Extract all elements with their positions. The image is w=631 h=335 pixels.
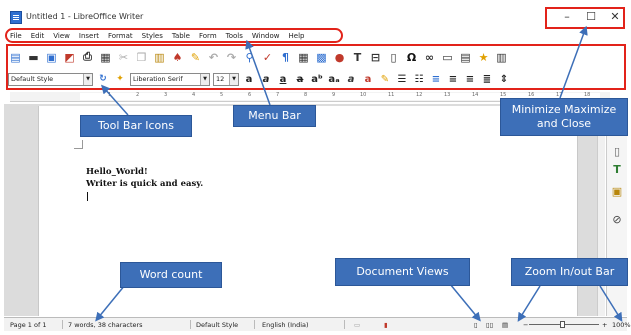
ruler-tick-label: 3 [164, 92, 168, 98]
toolbar-highlight [6, 44, 626, 90]
ruler-tick-label: 4 [192, 92, 196, 98]
callout-label: Word count [139, 268, 203, 282]
ruler-tick-label: 5 [220, 92, 224, 98]
ruler-tick-label: 8 [304, 92, 308, 98]
title-bar: Untitled 1 - LibreOffice Writer – ☐ ✕ [4, 6, 627, 28]
document-line-2[interactable]: Writer is quick and easy. [86, 179, 203, 189]
menu-bar-callout: Menu Bar [233, 105, 316, 127]
navigator-icon[interactable]: ⊘ [610, 212, 624, 226]
status-bar: Page 1 of 1 7 words, 38 characters Defau… [4, 317, 631, 331]
status-separator [254, 320, 255, 329]
page-style-status[interactable]: Default Style [196, 321, 238, 329]
language-status[interactable]: English (India) [262, 321, 309, 329]
ruler-tick-label: 14 [472, 92, 479, 98]
window-title: Untitled 1 - LibreOffice Writer [26, 12, 144, 21]
page-indicator[interactable]: Page 1 of 1 [10, 321, 46, 329]
zoom-out-icon[interactable]: − [523, 321, 528, 329]
toolbar-icons-callout: Tool Bar Icons [80, 115, 192, 137]
gallery-icon[interactable]: ▣ [610, 184, 624, 198]
zoom-in-icon[interactable]: + [602, 321, 607, 329]
ruler-tick-label: 9 [332, 92, 336, 98]
ruler-tick-label: 11 [388, 92, 395, 98]
window-controls-callout: Minimize Maximize and Close [500, 98, 628, 136]
styles-icon[interactable]: T [610, 162, 624, 176]
ruler-tick-label: 1 [108, 92, 112, 98]
zoom-bar-callout: Zoom In/out Bar [511, 258, 628, 286]
document-page[interactable] [38, 106, 578, 316]
callout-label-line-1: Minimize Maximize [511, 103, 617, 117]
writer-app-icon [10, 11, 22, 24]
document-line-1[interactable]: Hello_World! [86, 167, 148, 177]
ruler-tick-label: 10 [360, 92, 367, 98]
book-view-icon[interactable]: ▤ [502, 321, 508, 329]
ruler-tick-label: 6 [248, 92, 252, 98]
status-separator [62, 320, 63, 329]
ruler-tick-label: 12 [416, 92, 423, 98]
status-separator [344, 320, 345, 329]
menu-bar-highlight [5, 28, 343, 43]
callout-label: Tool Bar Icons [98, 119, 174, 133]
properties-icon[interactable]: ▯ [610, 144, 624, 158]
selection-mode-icon[interactable]: ▮ [384, 321, 388, 329]
ruler-tick-label: 7 [276, 92, 280, 98]
callout-label: Menu Bar [248, 109, 301, 123]
zoom-slider-knob[interactable] [560, 321, 565, 328]
zoom-level[interactable]: 100% [612, 321, 631, 329]
status-separator [190, 320, 191, 329]
ruler-tick-label: 13 [444, 92, 451, 98]
callout-label-line-2: and Close [536, 117, 592, 130]
callout-label: Zoom In/out Bar [524, 265, 615, 279]
insert-mode-icon[interactable]: ▭ [354, 321, 360, 329]
multi-page-view-icon[interactable]: ▯▯ [486, 321, 493, 329]
callout-label: Document Views [356, 265, 449, 279]
page-corner-mark [74, 140, 83, 149]
document-views-callout: Document Views [335, 258, 470, 286]
ruler-tick-label: 2 [136, 92, 140, 98]
word-count-status[interactable]: 7 words, 38 characters [68, 321, 143, 329]
window-controls-highlight [545, 7, 625, 29]
text-cursor [87, 192, 88, 201]
single-page-view-icon[interactable]: ▯ [474, 321, 478, 329]
word-count-callout: Word count [120, 262, 222, 288]
